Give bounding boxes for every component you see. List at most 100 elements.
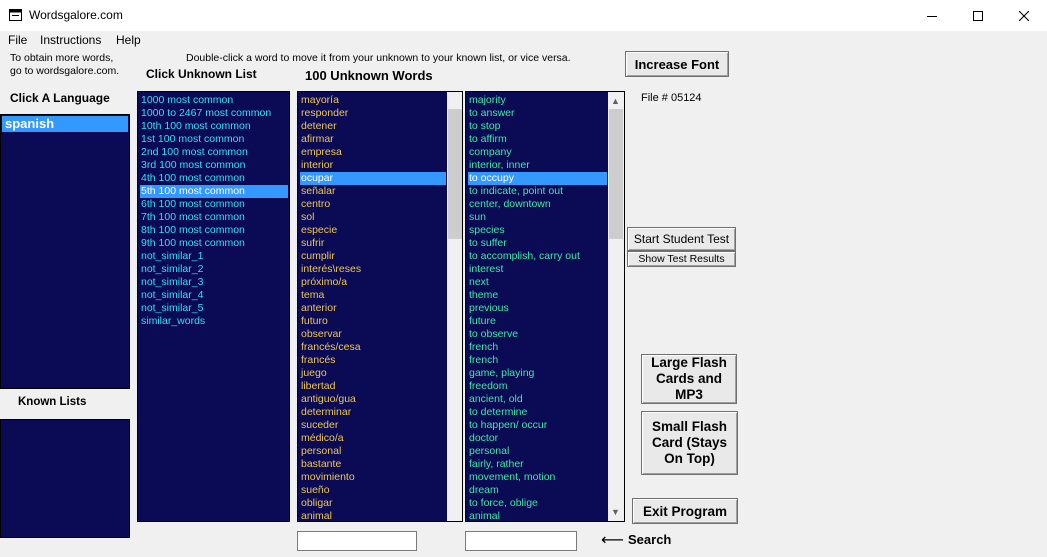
english-scrollbar[interactable]: ▲ ▼ (608, 92, 624, 521)
unknown-list-item[interactable]: 10th 100 most common (140, 120, 288, 133)
increase-font-button[interactable]: Increase Font (625, 51, 729, 77)
spanish-word-item[interactable]: personal (300, 445, 446, 458)
english-word-item[interactable]: interior, inner (468, 159, 607, 172)
menu-help[interactable]: Help (116, 33, 141, 47)
unknown-list-item[interactable]: not_similar_3 (140, 276, 288, 289)
spanish-word-item[interactable]: antiguo/gua (300, 393, 446, 406)
spanish-word-item[interactable]: afirmar (300, 133, 446, 146)
unknown-list-item[interactable]: 1st 100 most common (140, 133, 288, 146)
english-word-item[interactable]: majority (468, 94, 607, 107)
spanish-words-listbox[interactable]: mayoría responder detener afirmar empresa int… (297, 91, 463, 522)
minimize-button[interactable] (909, 0, 955, 31)
spanish-scrollbar[interactable] (447, 92, 462, 521)
spanish-word-item[interactable]: mayoría (300, 94, 446, 107)
exit-program-button[interactable]: Exit Program (632, 498, 738, 524)
spanish-search-input[interactable] (297, 531, 417, 551)
spanish-word-item[interactable]: detener (300, 120, 446, 133)
english-word-item[interactable]: to answer (468, 107, 607, 120)
spanish-word-item[interactable]: libertad (300, 380, 446, 393)
english-word-item[interactable]: next (468, 276, 607, 289)
unknown-list-item[interactable]: similar_words (140, 315, 288, 328)
known-lists-box[interactable] (0, 419, 130, 538)
unknown-list-item[interactable]: 1000 to 2467 most common (140, 107, 288, 120)
english-word-item[interactable]: to determine (468, 406, 607, 419)
unknown-list-item[interactable]: not_similar_1 (140, 250, 288, 263)
english-word-item[interactable]: to accomplish, carry out (468, 250, 607, 263)
spanish-word-item[interactable]: responder (300, 107, 446, 120)
english-word-item[interactable]: to affirm (468, 133, 607, 146)
spanish-word-item[interactable]: animal (300, 510, 446, 521)
english-word-item[interactable]: future (468, 315, 607, 328)
spanish-scroll-thumb[interactable] (448, 109, 462, 239)
english-search-input[interactable] (465, 531, 577, 551)
unknown-list-item[interactable]: 9th 100 most common (140, 237, 288, 250)
spanish-word-item[interactable]: francés/cesa (300, 341, 446, 354)
spanish-word-item[interactable]: empresa (300, 146, 446, 159)
english-scroll-thumb[interactable] (609, 109, 623, 239)
close-button[interactable] (1001, 0, 1047, 31)
spanish-word-item[interactable]: señalar (300, 185, 446, 198)
spanish-word-item[interactable]: próximo/a (300, 276, 446, 289)
language-list[interactable]: spanish (0, 114, 130, 389)
unknown-list-item[interactable]: 1000 most common (140, 94, 288, 107)
unknown-list-item[interactable]: 5th 100 most common (140, 185, 288, 198)
start-student-test-button[interactable]: Start Student Test (627, 227, 736, 251)
spanish-word-item[interactable]: juego (300, 367, 446, 380)
english-word-item[interactable]: animal (468, 510, 607, 521)
english-word-item[interactable]: previous (468, 302, 607, 315)
english-word-item[interactable]: doctor (468, 432, 607, 445)
spanish-word-item[interactable]: anterior (300, 302, 446, 315)
english-word-item[interactable]: to occupy (468, 172, 607, 185)
spanish-word-item[interactable]: observar (300, 328, 446, 341)
show-test-results-button[interactable]: Show Test Results (627, 251, 736, 267)
unknown-list-item[interactable]: not_similar_5 (140, 302, 288, 315)
scroll-up-icon[interactable]: ▲ (611, 96, 620, 106)
english-word-item[interactable]: to indicate, point out (468, 185, 607, 198)
unknown-list-item[interactable]: 3rd 100 most common (140, 159, 288, 172)
maximize-button[interactable] (955, 0, 1001, 31)
spanish-word-item[interactable]: interés\reses (300, 263, 446, 276)
small-flash-card-button[interactable]: Small Flash Card (Stays On Top) (641, 411, 738, 475)
english-word-item[interactable]: to force, oblige (468, 497, 607, 510)
unknown-list-item[interactable]: 2nd 100 most common (140, 146, 288, 159)
spanish-word-item[interactable]: interior (300, 159, 446, 172)
spanish-word-item[interactable]: determinar (300, 406, 446, 419)
spanish-word-item[interactable]: centro (300, 198, 446, 211)
english-word-item[interactable]: dream (468, 484, 607, 497)
spanish-word-item[interactable]: sufrir (300, 237, 446, 250)
english-word-item[interactable]: company (468, 146, 607, 159)
english-word-item[interactable]: to suffer (468, 237, 607, 250)
unknown-list-item[interactable]: 6th 100 most common (140, 198, 288, 211)
spanish-word-item[interactable]: futuro (300, 315, 446, 328)
large-flash-cards-button[interactable]: Large Flash Cards and MP3 (641, 354, 737, 404)
spanish-word-item[interactable]: francés (300, 354, 446, 367)
english-word-item[interactable]: personal (468, 445, 607, 458)
spanish-word-item[interactable]: movimiento (300, 471, 446, 484)
english-word-item[interactable]: french (468, 354, 607, 367)
english-word-item[interactable]: french (468, 341, 607, 354)
unknown-lists-listbox[interactable]: 1000 most common 1000 to 2467 most common… (137, 91, 290, 522)
spanish-word-item[interactable]: ocupar (300, 172, 446, 185)
english-word-item[interactable]: fairly, rather (468, 458, 607, 471)
unknown-list-item[interactable]: 8th 100 most common (140, 224, 288, 237)
spanish-word-item[interactable]: sueño (300, 484, 446, 497)
menu-file[interactable]: File (8, 33, 27, 47)
unknown-list-item[interactable]: not_similar_2 (140, 263, 288, 276)
language-item-selected[interactable]: spanish (2, 116, 128, 132)
spanish-word-item[interactable]: sol (300, 211, 446, 224)
english-word-item[interactable]: to stop (468, 120, 607, 133)
spanish-word-item[interactable]: cumplir (300, 250, 446, 263)
english-words-listbox[interactable]: ▲ ▼ majority to answer to stop to affirm com… (465, 91, 625, 522)
unknown-list-item[interactable]: 4th 100 most common (140, 172, 288, 185)
english-word-item[interactable]: theme (468, 289, 607, 302)
spanish-word-item[interactable]: especie (300, 224, 446, 237)
unknown-list-item[interactable]: not_similar_4 (140, 289, 288, 302)
english-word-item[interactable]: interest (468, 263, 607, 276)
english-word-item[interactable]: center, downtown (468, 198, 607, 211)
english-word-item[interactable]: to happen/ occur (468, 419, 607, 432)
spanish-word-item[interactable]: tema (300, 289, 446, 302)
english-word-item[interactable]: movement, motion (468, 471, 607, 484)
scroll-down-icon[interactable]: ▼ (611, 507, 620, 517)
english-word-item[interactable]: freedom (468, 380, 607, 393)
english-word-item[interactable]: ancient, old (468, 393, 607, 406)
